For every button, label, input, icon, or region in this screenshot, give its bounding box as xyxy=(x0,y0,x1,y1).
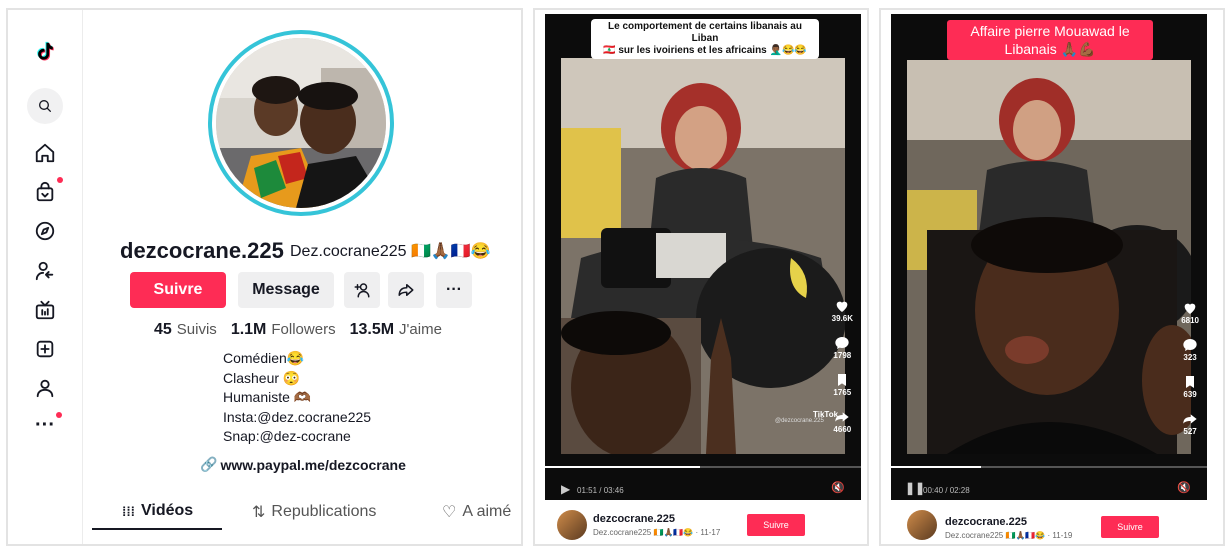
heart-icon xyxy=(836,301,848,312)
bio-line: Insta:@dez.cocrane225 xyxy=(223,408,372,425)
link-icon: 🔗 xyxy=(200,456,218,472)
progress-fill xyxy=(891,466,981,468)
search-icon[interactable] xyxy=(32,93,58,119)
author-name[interactable]: dezcocrane.225 xyxy=(593,513,675,525)
profile-avatar[interactable] xyxy=(208,30,394,216)
save-button[interactable]: 1765 xyxy=(833,372,851,397)
video-caption: Affaire pierre Mouawad le Libanais 🙏🏾💪🏾 xyxy=(947,20,1153,60)
grid-icon: ⁞⁞⁞ xyxy=(122,503,135,519)
video-panel-1: Le comportement de certains libanais au … xyxy=(533,8,869,546)
video-player[interactable]: Affaire pierre Mouawad le Libanais 🙏🏾💪🏾 … xyxy=(891,14,1207,500)
avatar-photo xyxy=(216,38,386,208)
mute-icon[interactable]: 🔇 xyxy=(831,481,845,494)
bio-line: Humaniste 🫶🏾 xyxy=(223,389,312,405)
comment-button[interactable]: 323 xyxy=(1182,337,1198,362)
like-count: 39.6K xyxy=(831,314,853,323)
author-avatar[interactable] xyxy=(557,510,587,540)
stat-following[interactable]: 45 Suivis xyxy=(154,321,217,339)
share-video-button[interactable]: 527 xyxy=(1182,411,1198,436)
more-options-button[interactable]: ··· xyxy=(436,272,472,308)
profile-nickname: Dez.cocrane225 🇨🇮🙏🏾🇫🇷😂 xyxy=(290,243,491,260)
add-friend-icon xyxy=(354,283,370,298)
time-readout: 00:40 / 02:28 xyxy=(923,486,970,495)
upload-icon[interactable] xyxy=(32,336,58,362)
comment-button[interactable]: 1798 xyxy=(833,335,851,360)
save-button[interactable]: 639 xyxy=(1182,374,1198,399)
sidebar: ··· xyxy=(8,10,83,544)
time-readout: 01:51 / 03:46 xyxy=(577,486,624,495)
video-caption: Le comportement de certains libanais au … xyxy=(591,19,819,59)
watermark-user: @dezcocrane.225 xyxy=(775,418,824,424)
like-count: 6810 xyxy=(1181,316,1199,325)
author-name[interactable]: dezcocrane.225 xyxy=(945,516,1027,528)
video-player[interactable]: Le comportement de certains libanais au … xyxy=(545,14,861,500)
video-panel-2: Affaire pierre Mouawad le Libanais 🙏🏾💪🏾 … xyxy=(879,8,1225,546)
notification-dot xyxy=(56,412,62,418)
stat-likes: 13.5M J'aime xyxy=(349,321,442,338)
explore-icon[interactable] xyxy=(32,218,58,244)
bio-line: Comédien😂 xyxy=(223,350,305,366)
profile-stats: 45 Suivis 1.1M Followers 13.5M J'aime xyxy=(154,321,442,339)
follow-button[interactable]: Suivre xyxy=(130,272,226,308)
author-meta: Dez.cocrane225 🇨🇮🙏🏾🇫🇷😂 · 11-19 xyxy=(945,531,1073,540)
following-icon[interactable] xyxy=(32,258,58,284)
like-button[interactable]: 39.6K xyxy=(832,298,853,323)
bio-line: Clasheur 😳 xyxy=(223,369,301,386)
follow-author-button[interactable]: Suivre xyxy=(747,514,805,536)
live-icon[interactable] xyxy=(32,297,58,323)
profile-username: dezcocrane.225 xyxy=(120,238,284,263)
comment-count: 1798 xyxy=(833,351,852,360)
tab-liked[interactable]: ♡ A aimé xyxy=(442,502,511,522)
more-icon[interactable]: ··· xyxy=(32,412,58,438)
share-count: 4660 xyxy=(833,425,852,434)
mute-icon[interactable]: 🔇 xyxy=(1177,481,1191,494)
save-count: 639 xyxy=(1183,390,1197,399)
comment-count: 323 xyxy=(1183,353,1197,362)
profile-link[interactable]: 🔗 www.paypal.me/dezcocrane xyxy=(200,456,406,473)
tab-reposts[interactable]: ⇅ Republications xyxy=(252,502,376,522)
progress-fill xyxy=(545,466,700,468)
share-icon xyxy=(398,284,414,296)
home-icon[interactable] xyxy=(32,140,58,166)
heart-icon xyxy=(1184,303,1196,314)
stat-followers[interactable]: 1.1M Followers xyxy=(231,321,336,339)
tab-videos[interactable]: ⁞⁞⁞ Vidéos xyxy=(122,502,193,520)
comment-icon xyxy=(1183,339,1197,351)
tiktok-logo-icon[interactable] xyxy=(32,38,58,64)
author-meta: Dez.cocrane225 🇨🇮🙏🏾🇫🇷😂 · 11-17 xyxy=(593,528,721,537)
profile-tabs: ⁞⁞⁞ Vidéos ⇅ Republications ♡ A aimé xyxy=(92,498,521,532)
video-frame xyxy=(561,58,845,454)
shop-icon[interactable] xyxy=(32,179,58,205)
bookmark-icon xyxy=(838,374,847,386)
repost-icon: ⇅ xyxy=(252,504,266,521)
active-tab-indicator xyxy=(92,528,222,530)
author-avatar[interactable] xyxy=(907,510,937,540)
share-button[interactable] xyxy=(388,272,424,308)
share-arrow-icon xyxy=(1183,414,1197,424)
profile-panel: ··· dezcocrane.225 Dez.cocrane225 🇨🇮🙏🏾🇫🇷… xyxy=(6,8,523,546)
notification-dot xyxy=(57,177,63,183)
save-count: 1765 xyxy=(833,388,852,397)
profile-bio: Comédien😂 Clasheur 😳 Humaniste 🫶🏾 Insta:… xyxy=(223,349,371,447)
liked-heart-icon: ♡ xyxy=(442,504,457,521)
suggest-account-button[interactable] xyxy=(344,272,380,308)
follow-author-button[interactable]: Suivre xyxy=(1101,516,1159,538)
action-rail: 39.6K 1798 1765 4660 xyxy=(832,298,853,446)
action-rail: 6810 323 639 527 xyxy=(1181,300,1199,448)
share-count: 527 xyxy=(1183,427,1197,436)
bio-line: Snap:@dez-cocrane xyxy=(223,428,351,444)
profile-icon[interactable] xyxy=(32,375,58,401)
video-frame xyxy=(907,60,1191,454)
bookmark-icon xyxy=(1186,376,1195,388)
like-button[interactable]: 6810 xyxy=(1181,300,1199,325)
message-button[interactable]: Message xyxy=(238,272,334,308)
comment-icon xyxy=(835,337,849,349)
play-icon[interactable]: ▶ xyxy=(561,482,570,496)
